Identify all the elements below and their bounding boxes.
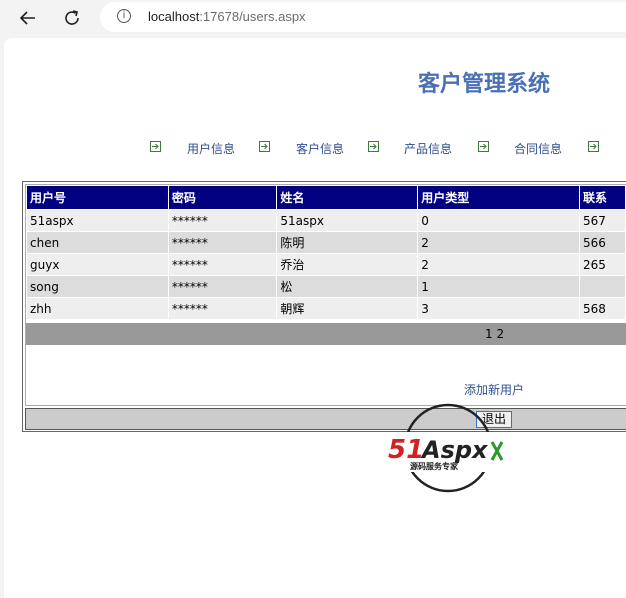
column-header-password: 密码 bbox=[167, 185, 278, 210]
cell-name: 乔治 bbox=[276, 253, 419, 276]
column-header-name: 姓名 bbox=[276, 185, 419, 210]
info-icon[interactable]: i bbox=[117, 9, 131, 23]
table-row: zhh ****** 朝辉 3 568 bbox=[26, 297, 626, 320]
cell-contact: 265 bbox=[578, 253, 626, 276]
cell-user-id: zhh bbox=[26, 297, 169, 320]
address-bar[interactable]: i localhost:17678/users.aspx bbox=[100, 2, 626, 32]
add-user-link[interactable]: 添加新用户 bbox=[464, 381, 524, 398]
cell-name: 51aspx bbox=[276, 209, 419, 232]
cell-password: ****** bbox=[167, 297, 278, 320]
column-header-user-type: 用户类型 bbox=[417, 185, 580, 210]
cell-user-type: 0 bbox=[417, 209, 580, 232]
cell-contact bbox=[578, 275, 626, 298]
cell-name: 朝辉 bbox=[276, 297, 419, 320]
page-title: 客户管理系统 bbox=[418, 72, 551, 97]
cell-password: ****** bbox=[167, 209, 278, 232]
table-row: guyx ****** 乔治 2 265 bbox=[26, 253, 626, 276]
svg-text:Aspx: Aspx bbox=[420, 436, 489, 464]
cell-user-id: guyx bbox=[26, 253, 169, 276]
reload-button[interactable] bbox=[60, 6, 84, 30]
cell-password: ****** bbox=[167, 275, 278, 298]
cell-user-id: 51aspx bbox=[26, 209, 169, 232]
menu-arrow-icon bbox=[368, 141, 379, 152]
menu-item-contract-info[interactable]: 合同信息 bbox=[514, 140, 562, 157]
menu-item-product-info[interactable]: 产品信息 bbox=[404, 140, 452, 157]
cell-contact: 566 bbox=[578, 231, 626, 254]
url-text: localhost:17678/users.aspx bbox=[148, 9, 306, 24]
table-header-row: 用户号 密码 姓名 用户类型 联系 bbox=[26, 185, 626, 210]
cell-user-id: chen bbox=[26, 231, 169, 254]
table-pager: 1 2 bbox=[26, 323, 626, 345]
watermark-logo: 51 Aspx 源码服务专家 bbox=[386, 403, 512, 493]
cell-contact: 567 bbox=[578, 209, 626, 232]
cell-user-type: 3 bbox=[417, 297, 580, 320]
column-header-contact: 联系 bbox=[578, 185, 626, 210]
menu-item-customer-info[interactable]: 客户信息 bbox=[296, 140, 344, 157]
table-row: song ****** 松 1 bbox=[26, 275, 626, 298]
menu-arrow-icon bbox=[478, 141, 489, 152]
menu-arrow-icon bbox=[588, 141, 599, 152]
cell-user-id: song bbox=[26, 275, 169, 298]
watermark-tagline: 源码服务专家 bbox=[410, 461, 459, 471]
cell-user-type: 1 bbox=[417, 275, 580, 298]
menu-item-user-info[interactable]: 用户信息 bbox=[187, 140, 235, 157]
arrow-left-icon bbox=[19, 11, 35, 25]
reload-icon bbox=[65, 10, 79, 25]
users-table: 用户号 密码 姓名 用户类型 联系 51aspx ****** 51aspx 0… bbox=[26, 185, 626, 320]
menu-arrow-icon bbox=[150, 141, 161, 152]
footer-bar bbox=[25, 408, 626, 430]
cell-name: 陈明 bbox=[276, 231, 419, 254]
cell-password: ****** bbox=[167, 231, 278, 254]
browser-toolbar: i localhost:17678/users.aspx bbox=[0, 0, 626, 36]
svg-text:51: 51 bbox=[388, 435, 424, 465]
cell-password: ****** bbox=[167, 253, 278, 276]
cell-user-type: 2 bbox=[417, 253, 580, 276]
menu-arrow-icon bbox=[259, 141, 270, 152]
column-header-user-id: 用户号 bbox=[26, 185, 169, 210]
back-button[interactable] bbox=[16, 6, 40, 30]
pager-links[interactable]: 1 2 bbox=[485, 327, 504, 341]
cell-contact: 568 bbox=[578, 297, 626, 320]
table-row: 51aspx ****** 51aspx 0 567 bbox=[26, 209, 626, 232]
table-row: chen ****** 陈明 2 566 bbox=[26, 231, 626, 254]
cell-name: 松 bbox=[276, 275, 419, 298]
cell-user-type: 2 bbox=[417, 231, 580, 254]
